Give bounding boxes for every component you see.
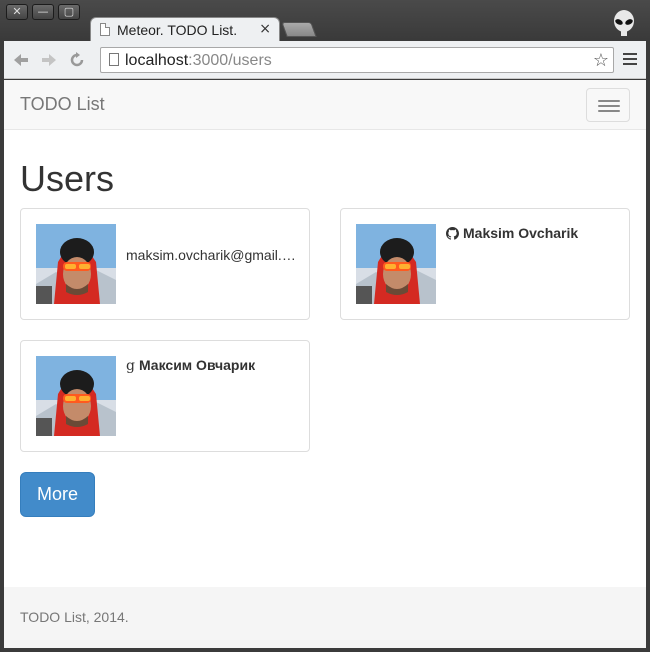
footer: TODO List, 2014.	[4, 587, 646, 648]
arrow-right-icon	[42, 54, 56, 66]
user-card: maksim.ovcharik@gmail.com	[20, 208, 310, 320]
browser-toolbar: localhost:3000/users ☆	[4, 41, 646, 79]
page-content: TODO List Users maksim.ovcharik@gmail.co…	[4, 80, 646, 648]
window-maximize-button[interactable]: ▢	[58, 4, 80, 20]
user-name-line: g Максим Овчарик	[126, 357, 255, 374]
more-button[interactable]: More	[20, 472, 95, 517]
browser-tab[interactable]: Meteor. TODO List. ×	[90, 17, 280, 41]
google-icon: g	[126, 358, 135, 374]
browser-window: ✕ — ▢ Meteor. TODO List. × localhost:300…	[0, 0, 650, 652]
arrow-left-icon	[14, 54, 28, 66]
user-name: Maksim Ovcharik	[463, 225, 579, 241]
url-path: :3000/users	[188, 52, 272, 69]
navbar-brand[interactable]: TODO List	[20, 94, 105, 115]
tab-strip: ✕ — ▢ Meteor. TODO List. ×	[0, 0, 650, 41]
footer-text: TODO List, 2014.	[20, 609, 129, 625]
user-email: maksim.ovcharik@gmail.com	[126, 247, 296, 263]
window-close-button[interactable]: ✕	[6, 4, 28, 20]
window-minimize-button[interactable]: —	[32, 4, 54, 20]
tab-title: Meteor. TODO List.	[117, 22, 238, 38]
tab-close-icon[interactable]: ×	[259, 21, 271, 37]
address-bar[interactable]: localhost:3000/users ☆	[100, 47, 614, 73]
page-icon	[109, 53, 119, 66]
navbar-toggle-button[interactable]	[586, 88, 630, 122]
avatar	[36, 224, 116, 304]
document-icon	[100, 23, 110, 36]
user-name-line: Maksim Ovcharik	[446, 225, 578, 241]
hamburger-menu-icon[interactable]	[623, 53, 637, 67]
star-icon[interactable]: ☆	[593, 50, 609, 71]
avatar	[36, 356, 116, 436]
github-icon	[446, 227, 459, 240]
page-title: Users	[20, 158, 115, 199]
reload-button[interactable]	[68, 51, 86, 69]
navbar: TODO List	[4, 80, 646, 130]
user-card: g Максим Овчарик	[20, 340, 310, 452]
url-text[interactable]: localhost:3000/users	[125, 52, 272, 70]
user-card: Maksim Ovcharik	[340, 208, 630, 320]
forward-button[interactable]	[40, 51, 58, 69]
back-button[interactable]	[12, 51, 30, 69]
user-name: Максим Овчарик	[138, 357, 256, 373]
url-host: localhost	[125, 52, 189, 69]
alien-avatar-icon[interactable]	[612, 10, 636, 36]
avatar	[356, 224, 436, 304]
reload-icon	[70, 52, 84, 67]
new-tab-button[interactable]	[281, 22, 317, 37]
